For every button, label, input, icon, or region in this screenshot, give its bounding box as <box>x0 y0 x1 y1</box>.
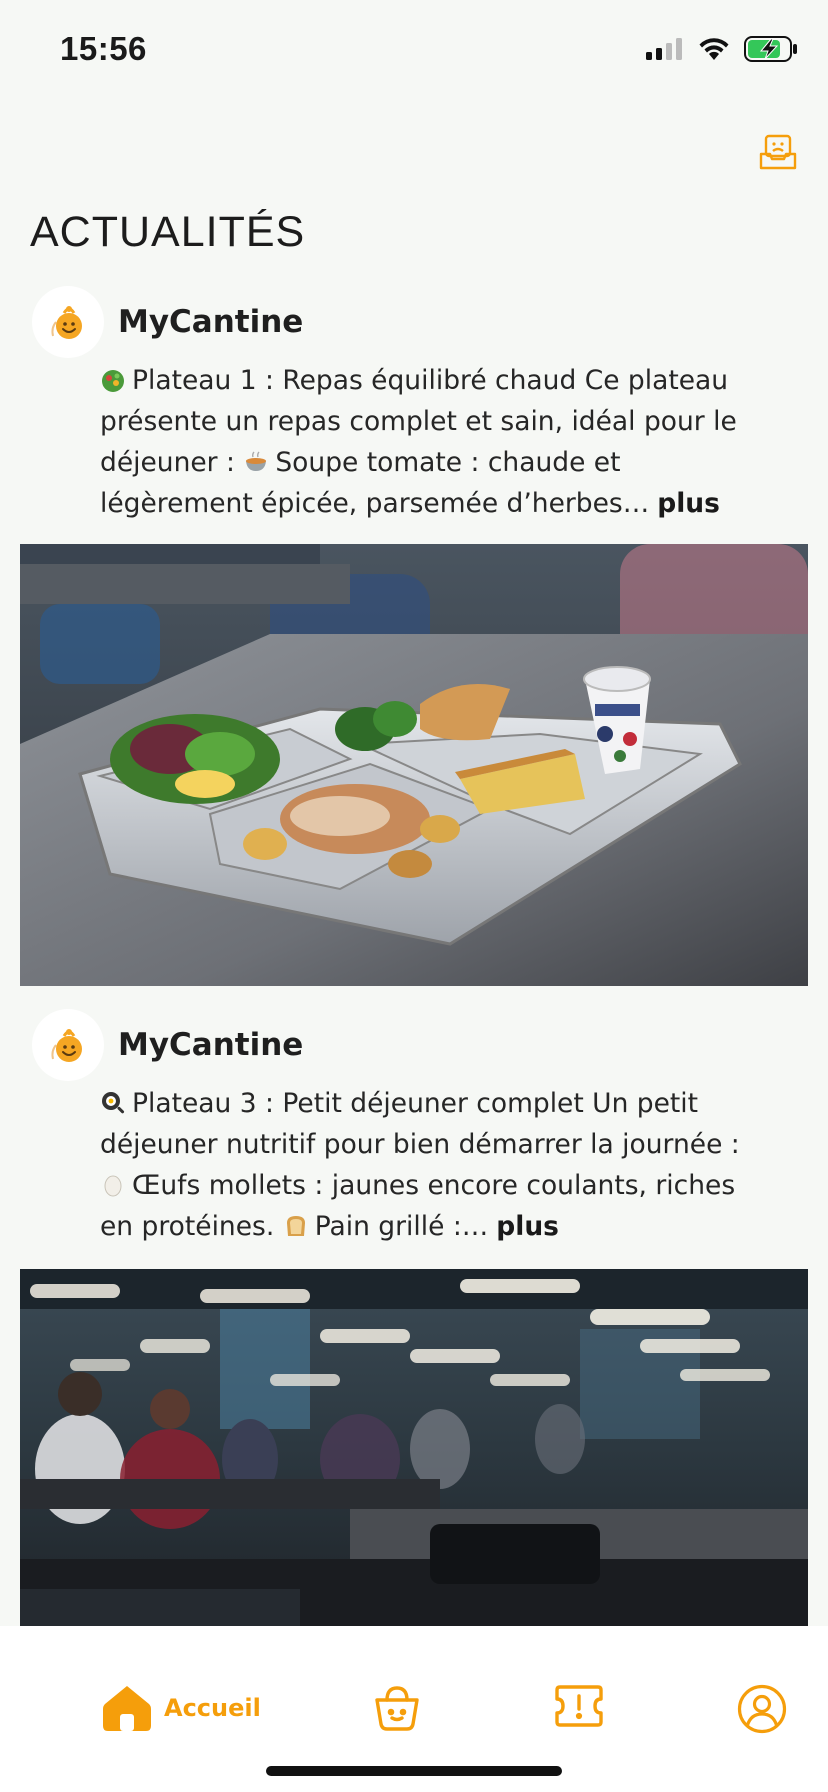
post-author[interactable]: MyCantine <box>118 304 303 340</box>
tab-basket[interactable] <box>373 1684 421 1732</box>
post-image[interactable] <box>20 544 808 986</box>
avatar[interactable] <box>32 286 104 358</box>
post-header: MyCantine <box>32 1009 303 1081</box>
more-link[interactable]: plus <box>657 488 720 519</box>
bread-emoji-icon <box>286 1216 305 1236</box>
tab-bar: Accueil <box>0 1626 828 1792</box>
tab-profile[interactable] <box>737 1684 787 1734</box>
post-text[interactable]: Plateau 3 : Petit déjeuner complet Un pe… <box>100 1083 740 1247</box>
salad-emoji-icon <box>102 370 124 392</box>
tab-ticket[interactable] <box>554 1684 604 1728</box>
post-image[interactable] <box>20 1269 808 1626</box>
page-title: ACTUALITÉS <box>30 208 306 256</box>
tab-home-label: Accueil <box>164 1694 261 1722</box>
soup-bowl-emoji-icon <box>246 451 267 471</box>
frying-pan-emoji-icon <box>102 1092 125 1114</box>
cafeteria-dining-hall-image <box>20 1269 808 1626</box>
tab-home[interactable]: Accueil <box>102 1684 261 1732</box>
ticket-icon <box>555 1685 603 1727</box>
post-author[interactable]: MyCantine <box>118 1027 303 1063</box>
profile-icon <box>737 1684 787 1734</box>
status-time: 15:56 <box>60 30 147 67</box>
avatar[interactable] <box>32 1009 104 1081</box>
mycantine-logo-icon <box>51 1029 82 1062</box>
wifi-icon <box>699 38 729 60</box>
status-icons <box>646 36 798 62</box>
post-text-segment: Plateau 3 : Petit déjeuner complet Un pe… <box>100 1088 740 1160</box>
mycantine-logo-icon <box>51 306 82 339</box>
basket-icon <box>375 1686 419 1731</box>
more-link[interactable]: plus <box>496 1211 559 1242</box>
home-icon <box>103 1686 151 1731</box>
post-text-segment: Pain grillé :… <box>314 1211 489 1242</box>
cafeteria-tray-meal-image <box>20 544 808 986</box>
battery-charging-icon <box>744 36 797 62</box>
egg-emoji-icon <box>104 1175 122 1197</box>
inbox-icon[interactable] <box>758 132 798 172</box>
status-bar: 15:56 <box>0 0 828 100</box>
cellular-signal-icon <box>646 38 682 60</box>
home-indicator <box>266 1766 562 1776</box>
post-text[interactable]: Plateau 1 : Repas équilibré chaud Ce pla… <box>100 360 740 524</box>
post-header: MyCantine <box>32 286 303 358</box>
